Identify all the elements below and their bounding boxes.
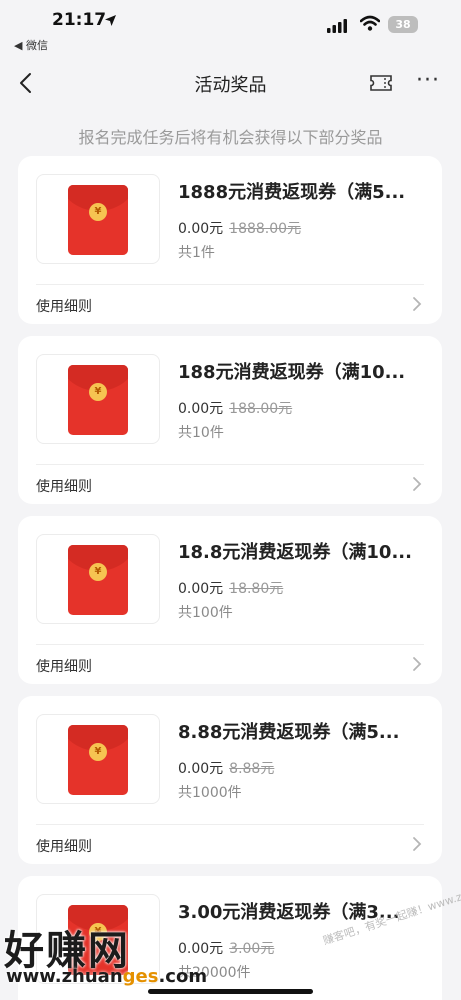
- prize-quantity: 共1件: [178, 245, 215, 261]
- chevron-right-icon[interactable]: [410, 476, 424, 492]
- divider: [36, 464, 424, 465]
- price-row: 0.00元 3.00元: [178, 938, 274, 958]
- prize-card[interactable]: ¥ 1888元消费返现券（满5... 0.00元 1888.00元 共1件 使用细…: [18, 156, 442, 324]
- ticket-icon[interactable]: [368, 72, 394, 94]
- back-to-wechat-link[interactable]: ◀ 微信: [14, 37, 48, 53]
- chevron-right-icon[interactable]: [410, 296, 424, 312]
- red-envelope-icon: ¥: [68, 725, 128, 795]
- prize-quantity: 共100件: [178, 605, 233, 621]
- status-bar: 21:17 ◀ 微信 38: [0, 0, 461, 56]
- home-indicator[interactable]: [148, 989, 313, 994]
- divider: [36, 644, 424, 645]
- prize-price: 0.00元: [178, 221, 224, 237]
- divider: [36, 284, 424, 285]
- prize-quantity: 共10件: [178, 425, 224, 441]
- usage-rules-link[interactable]: 使用细则: [36, 836, 92, 856]
- price-row: 0.00元 8.88元: [178, 758, 274, 778]
- prize-thumbnail: ¥: [36, 174, 160, 264]
- prize-price: 0.00元: [178, 941, 224, 957]
- price-row: 0.00元 18.80元: [178, 578, 283, 598]
- prize-name: 18.8元消费返现券（满10...: [178, 542, 412, 563]
- prize-quantity: 共1000件: [178, 785, 242, 801]
- prize-name: 188元消费返现券（满10...: [178, 362, 406, 383]
- prize-card[interactable]: ¥ 8.88元消费返现券（满5... 0.00元 8.88元 共1000件 使用细…: [18, 696, 442, 864]
- prize-price: 0.00元: [178, 761, 224, 777]
- prize-card[interactable]: ¥ 18.8元消费返现券（满10... 0.00元 18.80元 共100件 使用…: [18, 516, 442, 684]
- status-time: 21:17: [52, 10, 107, 30]
- prize-thumbnail: ¥: [36, 534, 160, 624]
- watermark-url: www.zhuanges.com: [6, 966, 208, 987]
- prize-original-price: 18.80元: [229, 581, 284, 597]
- signal-icon: [327, 18, 349, 37]
- usage-rules-link[interactable]: 使用细则: [36, 656, 92, 676]
- prize-original-price: 3.00元: [229, 941, 275, 957]
- prize-name: 1888元消费返现券（满5...: [178, 182, 406, 203]
- price-row: 0.00元 1888.00元: [178, 218, 301, 238]
- red-envelope-icon: ¥: [68, 365, 128, 435]
- prize-thumbnail: ¥: [36, 354, 160, 444]
- red-envelope-icon: ¥: [68, 185, 128, 255]
- wifi-icon: [359, 14, 381, 36]
- price-row: 0.00元 188.00元: [178, 398, 292, 418]
- prize-price: 0.00元: [178, 401, 224, 417]
- more-icon[interactable]: ···: [416, 68, 440, 93]
- divider: [36, 824, 424, 825]
- battery-icon: 38: [388, 16, 418, 33]
- usage-rules-link[interactable]: 使用细则: [36, 476, 92, 496]
- prize-subtitle: 报名完成任务后将有机会获得以下部分奖品: [78, 128, 383, 147]
- chevron-right-icon[interactable]: [410, 836, 424, 852]
- red-envelope-icon: ¥: [68, 545, 128, 615]
- prize-original-price: 1888.00元: [229, 221, 302, 237]
- prize-price: 0.00元: [178, 581, 224, 597]
- prize-thumbnail: ¥: [36, 714, 160, 804]
- prize-card[interactable]: ¥ 188元消费返现券（满10... 0.00元 188.00元 共10件 使用细…: [18, 336, 442, 504]
- usage-rules-link[interactable]: 使用细则: [36, 296, 92, 316]
- location-arrow-icon: [104, 14, 117, 31]
- prize-original-price: 188.00元: [229, 401, 293, 417]
- chevron-right-icon[interactable]: [410, 656, 424, 672]
- nav-bar: 活动奖品 ···: [0, 56, 461, 110]
- prize-name: 8.88元消费返现券（满5...: [178, 722, 400, 743]
- prize-original-price: 8.88元: [229, 761, 275, 777]
